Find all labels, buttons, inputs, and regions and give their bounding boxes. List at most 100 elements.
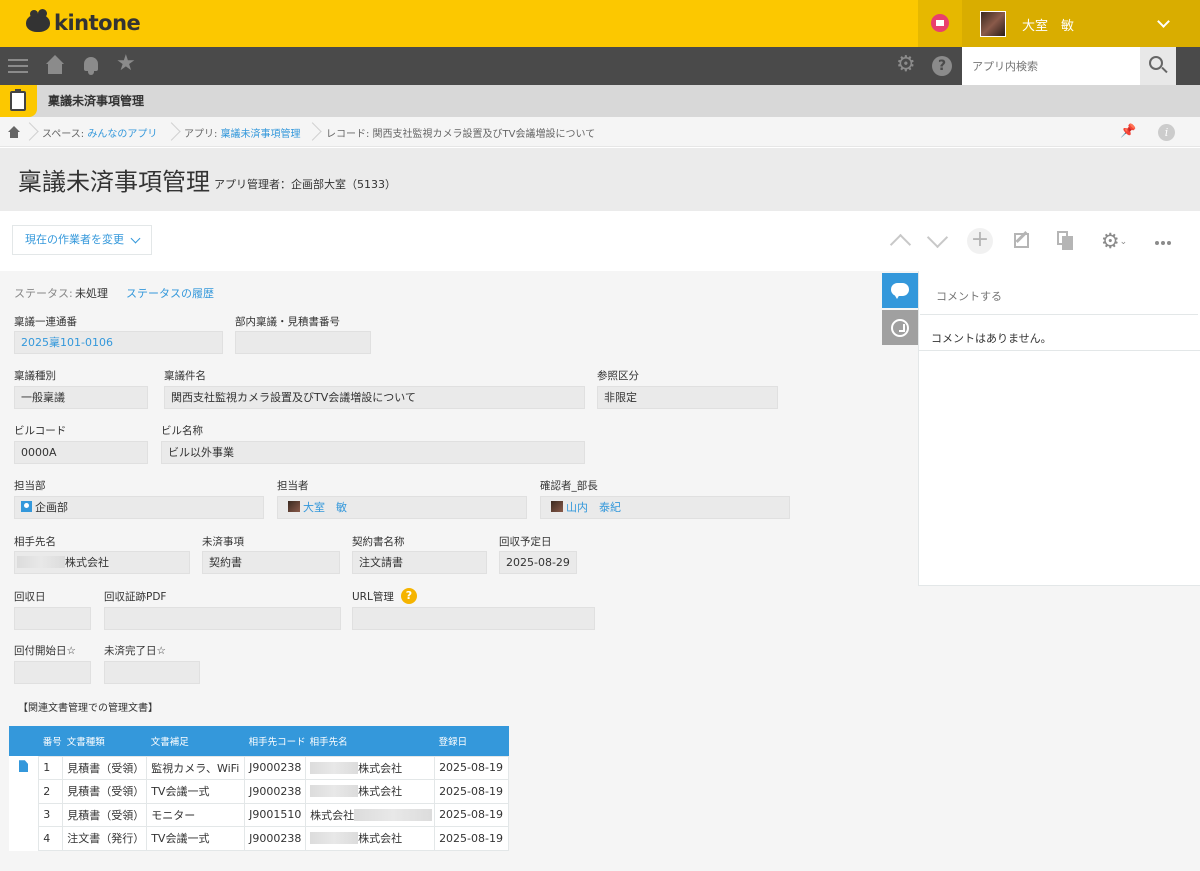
- field-label-person: 担当者: [277, 480, 309, 492]
- field-bldg-name: ビル以外事業: [161, 441, 585, 464]
- chevron-down-icon: [130, 233, 141, 244]
- redacted-text: [310, 785, 359, 798]
- search-button[interactable]: [1140, 47, 1176, 85]
- url-help-icon[interactable]: ?: [401, 588, 417, 604]
- field-dept-no: [235, 331, 371, 354]
- document-icon[interactable]: [19, 760, 28, 773]
- field-serial[interactable]: 2025稟101-0106: [14, 331, 223, 354]
- field-label-due-date: 回収予定日: [499, 536, 552, 548]
- col-partner: 相手先名: [305, 726, 435, 756]
- col-date: 登録日: [434, 726, 509, 756]
- breadcrumb-space[interactable]: スペース: みんなのアプリ: [42, 125, 157, 140]
- search-input[interactable]: [962, 47, 1140, 85]
- table-row: 3 見積書（受領） モニター J9001510 株式会社 2025-08-19: [9, 802, 509, 827]
- field-label-proof-pdf: 回収証跡PDF: [104, 591, 167, 603]
- comment-input[interactable]: [920, 271, 1198, 315]
- field-label-serial: 稟議一連通番: [14, 316, 77, 328]
- copy-record-icon[interactable]: [1052, 228, 1078, 254]
- edit-icon[interactable]: [1009, 228, 1035, 254]
- info-icon[interactable]: i: [1158, 124, 1175, 141]
- status-history-link[interactable]: ステータスの履歴: [126, 285, 214, 301]
- more-options-icon[interactable]: [1148, 228, 1178, 254]
- field-person: 大室 敏: [277, 496, 527, 519]
- field-label-ringi-subject: 稟議件名: [164, 370, 206, 382]
- user-avatar-icon: [288, 501, 300, 512]
- field-label-url-mgmt: URL管理: [352, 591, 394, 603]
- app-icon[interactable]: [0, 85, 37, 117]
- comment-bubble-icon: [891, 283, 909, 299]
- field-manager: 山内 泰紀: [540, 496, 790, 519]
- previous-record-icon[interactable]: [887, 228, 913, 254]
- field-due-date: 2025-08-29: [499, 551, 577, 574]
- app-admin: アプリ管理者：企画部大室（5133）: [214, 178, 396, 191]
- manager-link[interactable]: 山内 泰紀: [566, 501, 621, 514]
- field-bldg-code: 0000A: [14, 441, 148, 464]
- menu-icon[interactable]: [8, 55, 30, 77]
- help-icon[interactable]: ?: [932, 56, 952, 76]
- app-header: [0, 85, 1200, 117]
- redacted-text: [310, 832, 359, 845]
- user-menu[interactable]: 大室 敏: [962, 0, 1200, 47]
- no-comments-text: コメントはありません。: [931, 332, 1052, 345]
- gear-icon[interactable]: ⚙: [896, 54, 918, 76]
- field-label-ref-class: 参照区分: [597, 370, 639, 382]
- status-value: 未処理: [75, 287, 108, 300]
- field-proof-pdf: [104, 607, 341, 630]
- field-label-bldg-name: ビル名称: [161, 425, 203, 437]
- field-circ-start: [14, 661, 91, 684]
- field-label-manager: 確認者_部長: [540, 480, 598, 492]
- clipboard-icon: [10, 89, 26, 111]
- redacted-text: [310, 761, 359, 774]
- notification-mail-button[interactable]: [918, 0, 962, 47]
- history-tab[interactable]: [882, 310, 918, 345]
- table-row: 1 見積書（受領） 監視カメラ、WiFi J9000238 株式会社 2025-…: [9, 755, 509, 780]
- person-link[interactable]: 大室 敏: [303, 501, 347, 514]
- field-partner: 株式会社: [14, 551, 190, 574]
- kintone-logo[interactable]: kintone: [26, 9, 141, 36]
- col-type: 文書種類: [62, 726, 147, 756]
- pin-icon[interactable]: 📌: [1120, 124, 1136, 139]
- breadcrumb-space-link[interactable]: みんなのアプリ: [87, 129, 157, 140]
- field-ringi-type: 一般稟議: [14, 386, 148, 409]
- page-title: 稟議未済事項管理: [18, 168, 210, 196]
- mail-icon: [931, 14, 949, 32]
- home-icon[interactable]: [44, 55, 66, 77]
- history-icon: [891, 319, 909, 337]
- organization-icon: [21, 501, 32, 512]
- breadcrumb-app[interactable]: アプリ: 稟議未済事項管理: [184, 125, 301, 140]
- logo-text: kintone: [54, 11, 141, 35]
- field-contract-name: 注文請書: [352, 551, 487, 574]
- add-record-icon[interactable]: +: [967, 228, 993, 254]
- next-record-icon[interactable]: [924, 228, 950, 254]
- field-url-mgmt: [352, 607, 595, 630]
- breadcrumb-home-icon[interactable]: [8, 126, 20, 138]
- redacted-text: [354, 808, 433, 821]
- field-label-ringi-type: 稟議種別: [14, 370, 56, 382]
- change-worker-button[interactable]: 現在の作業者を変更: [12, 225, 152, 255]
- field-label-pending: 未済事項: [202, 536, 244, 548]
- bell-icon[interactable]: [80, 55, 102, 77]
- field-label-dept: 担当部: [14, 480, 46, 492]
- app-name[interactable]: 稟議未済事項管理: [48, 92, 144, 109]
- breadcrumb-app-link[interactable]: 稟議未済事項管理: [221, 129, 301, 140]
- related-docs-table: 番号 文書種類 文書補足 相手先コード 相手先名 登録日 1 見積書（受領） 監…: [9, 726, 509, 851]
- chevron-down-icon: [1157, 15, 1170, 28]
- field-label-pending-done: 未済完了日☆: [104, 645, 166, 657]
- redacted-text: [17, 556, 65, 568]
- comment-panel: [918, 271, 1200, 586]
- col-no: 番号: [38, 726, 63, 756]
- field-label-collected-date: 回収日: [14, 591, 46, 603]
- record-settings-gear-icon[interactable]: ⚙⌄: [1094, 228, 1134, 254]
- table-header-row: 番号 文書種類 文書補足 相手先コード 相手先名 登録日: [9, 726, 509, 756]
- col-code: 相手先コード: [244, 726, 306, 756]
- field-label-circ-start: 回付開始日☆: [14, 645, 76, 657]
- star-icon[interactable]: ★: [116, 53, 138, 75]
- field-ref-class: 非限定: [597, 386, 778, 409]
- field-label-contract-name: 契約書名称: [352, 536, 405, 548]
- avatar: [980, 11, 1006, 37]
- related-docs-label: 【関連文書管理での管理文書】: [18, 703, 158, 714]
- comment-tab[interactable]: [882, 273, 918, 308]
- col-note: 文書補足: [146, 726, 245, 756]
- field-label-bldg-code: ビルコード: [14, 425, 67, 437]
- field-pending: 契約書: [202, 551, 340, 574]
